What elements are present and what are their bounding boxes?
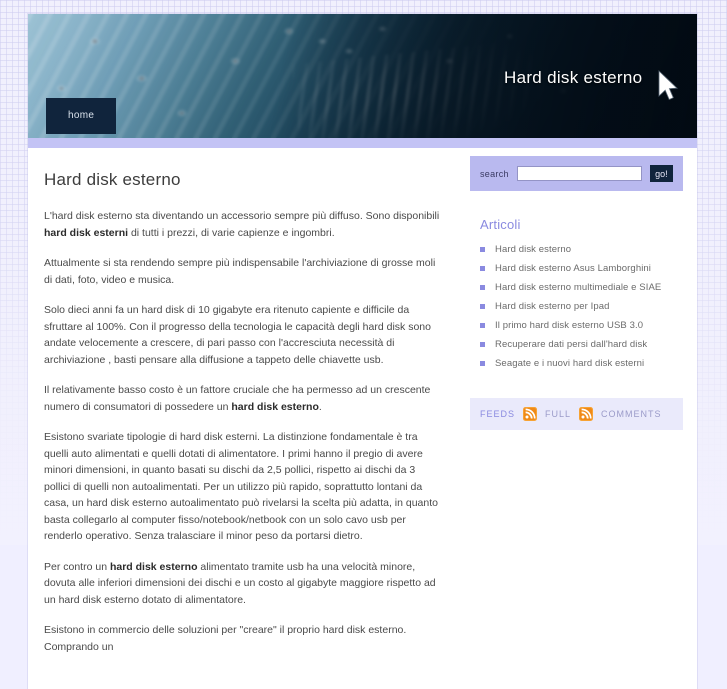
site-title: Hard disk esterno [504, 68, 643, 87]
sidebar-article-list: Hard disk esterno Hard disk esterno Asus… [460, 240, 697, 373]
sidebar-link[interactable]: Recuperare dati persi dall'hard disk [495, 338, 647, 351]
page-title: Hard disk esterno [44, 170, 181, 189]
page-body: Hard disk esterno L'hard disk esterno st… [28, 148, 697, 689]
article-paragraph: Il relativamente basso costo è un fattor… [44, 384, 431, 413]
article-paragraph: Attualmente si sta rendendo sempre più i… [44, 257, 436, 286]
article-paragraph: Esistono svariate tipologie di hard disk… [44, 431, 438, 542]
search-input[interactable] [516, 166, 642, 181]
article-paragraph: Esistono in commercio delle soluzioni pe… [44, 624, 407, 653]
list-item[interactable]: Hard disk esterno per Ipad [480, 297, 687, 316]
list-item[interactable]: Hard disk esterno [480, 240, 687, 259]
list-item[interactable]: Hard disk esterno multimediale e SIAE [480, 278, 687, 297]
site-container: Hard disk esterno home Hard disk esterno… [28, 14, 697, 689]
bullet-icon [480, 285, 485, 290]
rss-icon[interactable] [523, 407, 538, 421]
sidebar-link[interactable]: Il primo hard disk esterno USB 3.0 [495, 319, 643, 332]
search-widget: search go! [470, 156, 683, 191]
article-paragraph: Solo dieci anni fa un hard disk di 10 gi… [44, 304, 431, 366]
feeds-comments-link[interactable]: COMMENTS [601, 409, 662, 419]
list-item[interactable]: Hard disk esterno Asus Lamborghini [480, 259, 687, 278]
bullet-icon [480, 266, 485, 271]
article-paragraph: L'hard disk esterno sta diventando un ac… [44, 210, 440, 239]
search-submit-button[interactable]: go! [649, 165, 673, 182]
site-header: Hard disk esterno home [28, 14, 697, 138]
feeds-full-link[interactable]: FULL [545, 409, 571, 419]
main-navigation: home [46, 98, 117, 134]
feeds-widget: FEEDS FULL COMMENTS [470, 398, 683, 430]
bullet-icon [480, 247, 485, 252]
bullet-icon [480, 304, 485, 309]
sidebar-link[interactable]: Hard disk esterno multimediale e SIAE [495, 281, 661, 294]
list-item[interactable]: Seagate e i nuovi hard disk esterni [480, 354, 687, 373]
feeds-label: FEEDS [480, 409, 516, 419]
sidebar-link[interactable]: Hard disk esterno [495, 243, 571, 256]
sidebar-link[interactable]: Hard disk esterno Asus Lamborghini [495, 262, 651, 275]
nav-item-home[interactable]: home [46, 98, 117, 134]
bullet-icon [480, 361, 485, 366]
search-label: search [480, 168, 509, 179]
bullet-icon [480, 323, 485, 328]
rss-icon[interactable] [579, 407, 594, 421]
sidebar-articles-title: Articoli [480, 217, 521, 232]
sidebar: search go! Articoli Hard disk esterno Ha… [460, 148, 697, 430]
sidebar-link[interactable]: Hard disk esterno per Ipad [495, 300, 610, 313]
sidebar-link[interactable]: Seagate e i nuovi hard disk esterni [495, 357, 644, 370]
bullet-icon [480, 342, 485, 347]
list-item[interactable]: Recuperare dati persi dall'hard disk [480, 335, 687, 354]
header-underline-bar [28, 138, 697, 148]
article-content: Hard disk esterno L'hard disk esterno st… [28, 148, 460, 689]
article-paragraph: Per contro un hard disk esterno alimenta… [44, 560, 436, 606]
list-item[interactable]: Il primo hard disk esterno USB 3.0 [480, 316, 687, 335]
